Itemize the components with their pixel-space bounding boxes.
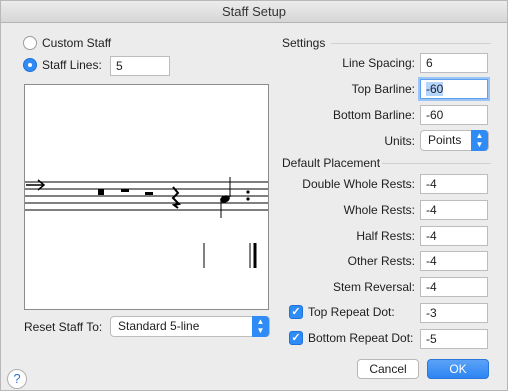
bottom-repeat-dot-input[interactable]: -5 xyxy=(420,329,488,349)
reset-staff-value: Standard 5-line xyxy=(118,319,200,333)
checkmark-icon[interactable]: ✓ xyxy=(289,331,303,345)
up-down-chevron-icon: ▲ ▼ xyxy=(252,316,269,337)
staff-preview xyxy=(24,84,269,310)
staff-setup-dialog: Staff Setup Custom Staff Staff Lines: 5 xyxy=(0,0,508,391)
stem-reversal-label: Stem Reversal: xyxy=(332,280,415,294)
bottom-repeat-dot-checkbox[interactable]: ✓ Bottom Repeat Dot: xyxy=(289,331,413,345)
top-repeat-dot-checkbox[interactable]: ✓ Top Repeat Dot: xyxy=(289,305,395,319)
other-rests-input[interactable]: -4 xyxy=(420,251,488,271)
double-whole-rests-label: Double Whole Rests: xyxy=(302,177,415,191)
line-spacing-label: Line Spacing: xyxy=(342,56,415,70)
line-spacing-input[interactable]: 6 xyxy=(420,53,488,73)
double-whole-rests-input[interactable]: -4 xyxy=(420,174,488,194)
radio-icon[interactable] xyxy=(23,36,37,50)
repeat-dot-top-icon xyxy=(246,190,250,194)
half-rests-label: Half Rests: xyxy=(356,229,415,243)
top-barline-label: Top Barline: xyxy=(351,82,415,96)
bottom-repeat-dot-label: Bottom Repeat Dot: xyxy=(308,331,414,345)
bottom-barline-label: Bottom Barline: xyxy=(332,108,415,122)
repeat-dot-bottom-icon xyxy=(246,197,250,201)
note-icon xyxy=(220,177,231,218)
top-repeat-dot-label: Top Repeat Dot: xyxy=(308,305,395,319)
other-rests-label: Other Rests: xyxy=(347,254,415,268)
custom-staff-option[interactable]: Custom Staff xyxy=(23,36,111,50)
staff-lines-input[interactable]: 5 xyxy=(110,56,170,76)
staff-lines xyxy=(25,181,268,211)
up-down-chevron-icon: ▲ ▼ xyxy=(471,130,488,151)
checkmark-icon[interactable]: ✓ xyxy=(289,305,303,319)
half-rests-input[interactable]: -4 xyxy=(420,226,488,246)
ok-button[interactable]: OK xyxy=(427,359,489,379)
quarter-rest-icon xyxy=(171,186,182,209)
stem-reversal-input[interactable]: -4 xyxy=(420,277,488,297)
custom-staff-label: Custom Staff xyxy=(42,36,112,50)
units-value: Points xyxy=(428,133,462,147)
whole-rest-icon xyxy=(121,189,129,192)
top-repeat-dot-input[interactable]: -3 xyxy=(420,303,488,323)
staff-lines-label: Staff Lines: xyxy=(42,58,102,72)
units-label: Units: xyxy=(384,134,415,148)
reset-staff-popup[interactable]: Standard 5-line ▲ ▼ xyxy=(110,316,270,337)
settings-title: Settings xyxy=(282,36,326,50)
question-icon: ? xyxy=(13,371,21,386)
default-placement-title: Default Placement xyxy=(282,156,381,170)
window-title: Staff Setup xyxy=(1,1,507,23)
top-barline-value: -60 xyxy=(426,82,444,96)
reset-staff-label: Reset Staff To: xyxy=(24,320,103,334)
help-button[interactable]: ? xyxy=(7,369,27,389)
units-popup[interactable]: Points ▲ ▼ xyxy=(420,130,489,151)
whole-rests-label: Whole Rests: xyxy=(343,203,415,217)
settings-divider xyxy=(331,43,491,44)
top-barline-input[interactable]: -60 xyxy=(420,79,488,99)
whole-rests-input[interactable]: -4 xyxy=(420,200,488,220)
radio-selected-icon[interactable] xyxy=(23,58,37,72)
staff-lines-option[interactable]: Staff Lines: xyxy=(23,58,102,72)
half-rest-icon xyxy=(145,192,153,195)
placement-divider xyxy=(382,163,491,164)
cancel-button[interactable]: Cancel xyxy=(357,359,419,379)
staff-preview-canvas xyxy=(25,177,268,268)
double-whole-rest-icon xyxy=(98,189,104,195)
bottom-barline-input[interactable]: -60 xyxy=(420,105,488,125)
